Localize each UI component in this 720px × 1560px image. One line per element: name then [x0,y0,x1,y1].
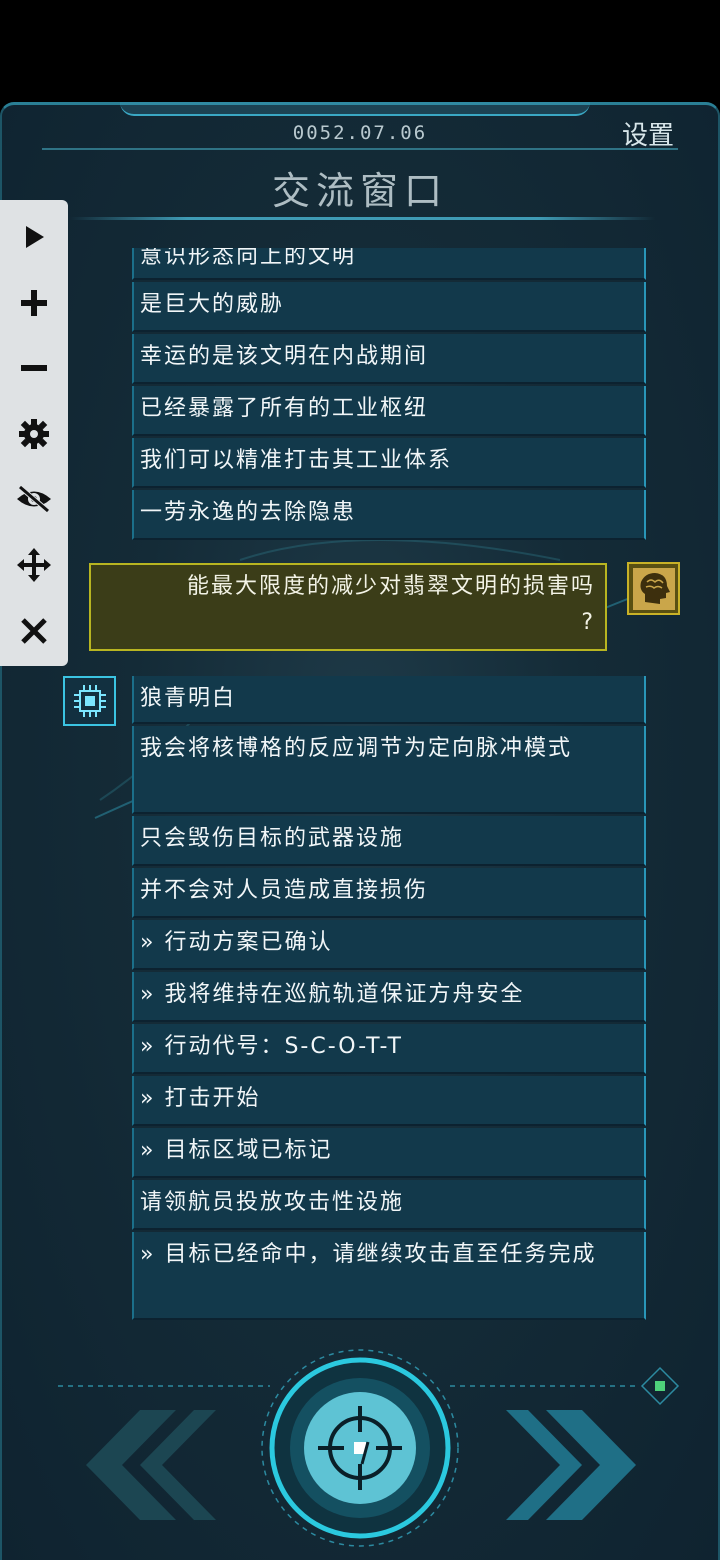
message-text: 狼青明白 [140,686,237,711]
message-text: 已经暴露了所有的工业枢纽 [140,396,429,421]
message-text: 一劳永逸的去除隐患 [140,500,357,525]
message-text: 并不会对人员造成直接损伤 [140,878,429,903]
hide-button[interactable] [0,468,68,530]
message-row: » 打击开始 [132,1076,646,1126]
brain-head-icon [632,567,675,610]
chip-icon [73,685,106,717]
message-text: » 行动方案已确认 [140,930,333,955]
header-divider [42,148,678,150]
title-underline [70,217,655,220]
message-row: 并不会对人员造成直接损伤 [132,868,646,918]
message-row: 只会毁伤目标的武器设施 [132,816,646,866]
chat-log[interactable]: 意识形态向上的文明 是巨大的威胁 幸运的是该文明在内战期间 已经暴露了所有的工业… [0,248,720,1323]
close-icon [21,618,47,644]
message-text: 意识形态向上的文明 [140,248,357,269]
message-row: » 我将维持在巡航轨道保证方舟安全 [132,972,646,1022]
zoom-out-button[interactable] [0,337,68,399]
minus-icon [21,365,47,371]
message-text: » 目标区域已标记 [140,1138,333,1163]
user-message-line: 能最大限度的减少对翡翠文明的损害吗 [186,574,595,599]
message-text: » 打击开始 [140,1086,261,1111]
crosshair-button[interactable] [250,1348,470,1560]
date-display: 0052.07.06 [292,122,428,144]
zoom-in-button[interactable] [0,272,68,334]
message-row: 幸运的是该文明在内战期间 [132,334,646,384]
message-row: 请领航员投放攻击性设施 [132,1180,646,1230]
chevrons-right-icon[interactable] [506,1410,656,1520]
message-row: 是巨大的威胁 [132,282,646,332]
play-icon [26,226,44,248]
floating-toolbar [0,200,68,666]
message-row: » 行动方案已确认 [132,920,646,970]
message-row: 意识形态向上的文明 [132,248,646,280]
message-row: » 目标已经命中，请继续攻击直至任务完成 [132,1232,646,1320]
settings-tool-button[interactable] [0,403,68,465]
message-row: 已经暴露了所有的工业枢纽 [132,386,646,436]
message-text: » 目标已经命中，请继续攻击直至任务完成 [140,1242,597,1267]
message-text: » 行动代号：S-C-O-T-T [140,1034,403,1059]
eye-off-icon [17,485,51,513]
gear-icon [19,419,49,449]
close-button[interactable] [0,600,68,662]
message-text: 是巨大的威胁 [140,292,285,317]
user-message-line: ? [581,610,595,635]
message-row: » 行动代号：S-C-O-T-T [132,1024,646,1074]
message-text: 请领航员投放攻击性设施 [140,1190,405,1215]
user-message-bubble: 能最大限度的减少对翡翠文明的损害吗 ? [89,563,607,651]
user-avatar [627,562,680,615]
message-row: 一劳永逸的去除隐患 [132,490,646,540]
panel-top-glow [120,102,590,116]
message-text: 我们可以精准打击其工业体系 [140,448,453,473]
message-text: 幸运的是该文明在内战期间 [140,344,429,369]
plus-icon [21,290,47,316]
ai-avatar [63,676,116,726]
message-text: » 我将维持在巡航轨道保证方舟安全 [140,982,525,1007]
message-text: 只会毁伤目标的武器设施 [140,826,405,851]
move-button[interactable] [0,534,68,596]
message-row: 我会将核博格的反应调节为定向脉冲模式 [132,726,646,814]
message-row: 狼青明白 [132,676,646,724]
settings-button[interactable]: 设置 [622,115,674,152]
message-row: 我们可以精准打击其工业体系 [132,438,646,488]
window-title: 交流窗口 [271,169,448,213]
chevrons-left-icon[interactable] [66,1410,216,1520]
message-text: 我会将核博格的反应调节为定向脉冲模式 [140,736,573,761]
bottom-controls [0,1340,720,1560]
diamond-marker [640,1366,680,1406]
play-button[interactable] [0,206,68,268]
move-icon [17,548,51,582]
message-row: » 目标区域已标记 [132,1128,646,1178]
